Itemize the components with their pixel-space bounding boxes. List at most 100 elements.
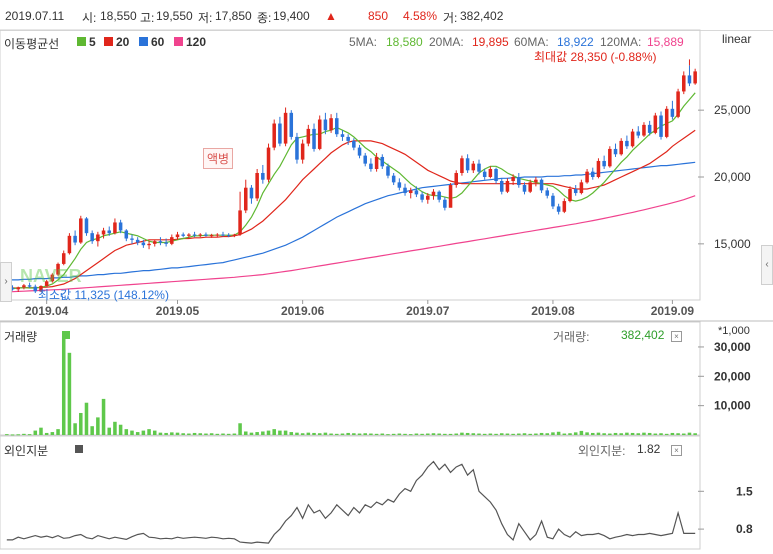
candle-body [573,189,578,194]
volume-bar [158,432,163,435]
volume-bar [539,432,544,435]
candle [73,230,77,246]
right-scroll-tab[interactable]: ‹ [761,245,773,285]
candle [369,158,373,172]
volume-bar [517,433,521,435]
volume-bar [90,426,94,435]
ma-60-swatch[interactable] [139,37,148,46]
volume-bar [454,433,459,435]
volume-bar [420,433,424,435]
volume-bar [443,433,447,435]
x-tick-label: 2019.09 [651,304,695,318]
candle-body [505,181,510,192]
volume-bar [613,432,618,435]
candle [420,191,424,203]
candle-body [369,163,373,169]
volume-bar [130,430,134,435]
candle [317,115,322,151]
candle [517,172,521,188]
ma-120-swatch[interactable] [174,37,183,46]
candle [312,123,316,152]
ma-120-label: 120 [186,35,207,49]
candle [158,237,163,246]
volume-bar [391,433,396,435]
candle-body [181,234,185,236]
chart-canvas: 15,000 20,000 25,000 2019.04 2019.05 2019.06 2… [0,29,773,550]
candle-body [568,189,572,202]
volume-panel-close-icon[interactable]: × [671,331,682,342]
ma20-value-label: 20MA: [429,35,464,49]
volume-bar [352,433,356,435]
volume-bar [511,433,515,435]
candle-body [90,233,94,242]
price-tick-label: 15,000 [714,237,751,251]
candle-body [141,242,146,246]
candle-body [130,238,134,240]
price-tick-label: 20,000 [714,170,751,184]
candle [249,185,254,204]
ma5-value: 18,580 [386,35,423,49]
candle-body [687,75,692,84]
volume-bar [579,430,584,435]
volume-bar [562,433,567,435]
x-tick-label: 2019.05 [156,304,200,318]
ma-5-swatch[interactable] [77,37,86,46]
volume-bar [602,433,606,435]
volume-bar [16,434,20,436]
volume-bar [585,432,589,435]
candle [391,172,396,186]
volume-bar [238,423,242,435]
left-scroll-tab[interactable]: › [0,262,12,302]
candle-body [374,156,379,169]
candle-body [619,140,623,155]
candle [682,71,686,95]
ma60-value-label: 60MA: [514,35,549,49]
volume-bar [323,432,328,435]
ma120-value: 15,889 [647,35,684,49]
candle-body [107,230,112,234]
candle [539,178,544,194]
candle-body [397,182,402,188]
volume-bar [113,421,117,435]
volume-bar [96,417,100,435]
volume-bar [118,424,123,435]
candle-body [403,187,407,194]
volume-bar [664,433,669,435]
event-badge[interactable]: 액병 [203,148,234,169]
candle-body [215,234,220,236]
price-tick-label: 25,000 [714,103,751,117]
candle [96,231,100,247]
volume-legend-swatch [62,331,70,339]
candle-body [608,148,612,167]
candle-body [494,168,498,182]
ma-20-line [6,129,696,289]
candle [562,198,567,214]
foreign-panel-close-icon[interactable]: × [671,445,682,456]
candle [676,88,680,119]
candle-body [232,234,237,236]
volume-bar [488,433,493,435]
candle-body [16,287,20,290]
candle [295,132,299,164]
ma-20-swatch[interactable] [104,37,113,46]
candle-body [448,185,453,208]
candle-body [613,148,618,155]
candle [636,126,641,139]
volume-bar [380,433,385,435]
volume-bar [647,432,652,435]
volume-bar [374,433,379,435]
candle-body [693,71,697,84]
candle-body [283,112,288,144]
candle [664,106,669,139]
volume-bar [499,433,504,435]
scale-toggle[interactable]: linear [722,32,751,46]
volume-bar [448,433,453,435]
volume-bar [556,431,561,435]
volume-bar [243,431,248,435]
candle-body [625,140,629,147]
candle [306,124,311,147]
volume-bar [619,433,623,435]
candle [261,164,265,184]
volume-bar [545,433,550,435]
candle [130,234,134,244]
